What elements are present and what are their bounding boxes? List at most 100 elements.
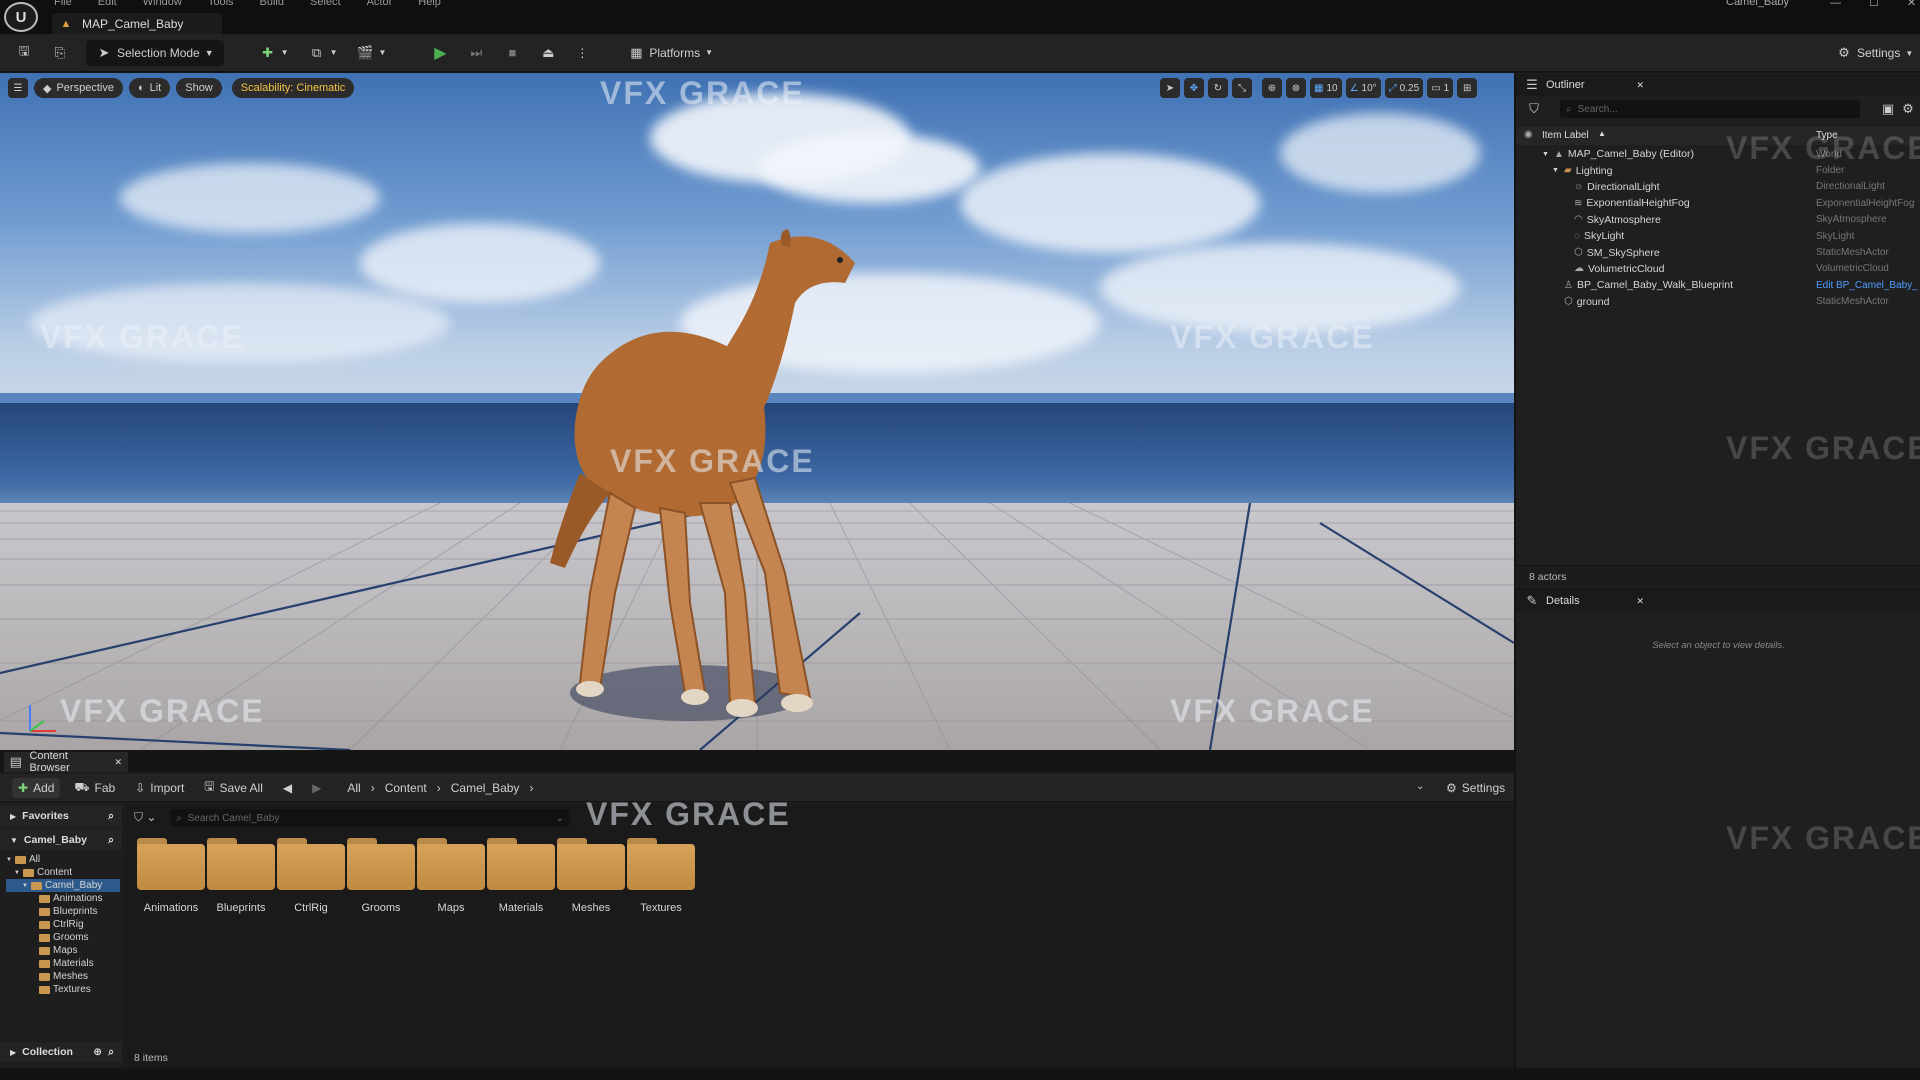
forward-icon[interactable]: ▶ [306, 775, 327, 801]
play-button[interactable]: ▶ [426, 40, 454, 66]
breadcrumb-content[interactable]: Content [385, 781, 427, 795]
save-all-button[interactable]: 🖫 Save All [198, 775, 269, 801]
tree-item[interactable]: ▼ Content [6, 866, 120, 879]
save-icon[interactable]: 🖫 [10, 40, 38, 66]
angle-snap-button[interactable]: ∠ 10° [1345, 78, 1381, 98]
maximize-icon[interactable]: ☐ [1869, 0, 1879, 9]
history-dropdown-icon[interactable]: ⌄ [1416, 781, 1424, 792]
menu-help[interactable]: Help [418, 0, 441, 8]
tree-item[interactable]: Textures [6, 983, 120, 996]
outliner-row[interactable]: ♙ BP_Camel_Baby_Walk_Blueprint Edit BP_Cam… [1516, 277, 1920, 293]
move-tool-icon[interactable]: ✥ [1184, 78, 1204, 98]
selection-mode-button[interactable]: ➤ Selection Mode ▼ [86, 39, 224, 66]
scale-tool-icon[interactable]: ⤡ [1232, 78, 1252, 98]
rotate-tool-icon[interactable]: ↻ [1208, 78, 1228, 98]
folder-tile[interactable]: Animations [136, 838, 206, 914]
back-icon[interactable]: ◀ [277, 775, 298, 801]
show-button[interactable]: Show [176, 78, 222, 98]
outliner-row[interactable]: ☁ VolumetricCloud VolumetricCloud [1516, 261, 1920, 277]
scalability-badge[interactable]: Scalability: Cinematic [231, 78, 355, 98]
import-button[interactable]: ⇩ Import [129, 775, 190, 801]
favorites-header[interactable]: ▶ Favorites ⌕ [0, 806, 122, 826]
settings-button[interactable]: ⚙ Settings ▼ [1830, 40, 1919, 66]
visibility-icon[interactable]: ◉ [1524, 129, 1533, 140]
col-item-label[interactable]: Item Label [1542, 130, 1589, 141]
project-header[interactable]: ▼ Camel_Baby ⌕ [0, 830, 122, 850]
outliner-row[interactable]: ⬡ SM_SkySphere StaticMeshActor [1516, 244, 1920, 260]
minimize-icon[interactable]: — [1830, 0, 1841, 9]
close-icon[interactable]: ✕ [1636, 596, 1644, 607]
outliner-search-input[interactable]: Search... [1578, 104, 1618, 115]
menu-actor[interactable]: Actor [367, 0, 393, 8]
stop-button[interactable]: ■ [498, 40, 526, 66]
breadcrumb-camel-baby[interactable]: Camel_Baby [451, 781, 520, 795]
close-icon[interactable]: ✕ [1907, 0, 1916, 9]
folder-tile[interactable]: Blueprints [206, 838, 276, 914]
unreal-logo-icon[interactable]: U [4, 2, 38, 32]
add-folder-icon[interactable]: ▣ [1880, 101, 1896, 117]
world-space-icon[interactable]: ⊕ [1262, 78, 1282, 98]
outliner-row[interactable]: ◠ SkyAtmosphere SkyAtmosphere [1516, 212, 1920, 228]
folder-tile[interactable]: Meshes [556, 838, 626, 914]
outliner-row[interactable]: ☼ DirectionalLight DirectionalLight [1516, 179, 1920, 195]
search-icon[interactable]: ⌕ [108, 810, 114, 823]
search-icon[interactable]: ⌕ [108, 834, 114, 847]
outliner-row[interactable]: ⬡ ground StaticMeshActor [1516, 294, 1920, 310]
viewport-menu-icon[interactable]: ☰ [8, 78, 28, 98]
lit-button[interactable]: ◐ Lit [128, 78, 171, 98]
level-tab[interactable]: ▲ MAP_Camel_Baby [52, 13, 222, 34]
details-tab[interactable]: ✎ Details ✕ [1524, 591, 1644, 611]
folder-tile[interactable]: Maps [416, 838, 486, 914]
source-control-icon[interactable]: ⎘ [46, 40, 74, 66]
tree-item[interactable]: ▼ All [6, 853, 120, 866]
outliner-row-type[interactable]: Edit BP_Camel_Baby_ [1816, 280, 1918, 291]
tree-item[interactable]: Grooms [6, 931, 120, 944]
cinematics-button[interactable]: 🎬 ▼ [351, 40, 392, 66]
chevron-down-icon[interactable]: ▼ [1542, 151, 1550, 158]
outliner-search[interactable]: ⌕ Search... [1560, 100, 1860, 118]
filter-icon[interactable]: ⛉ [1526, 101, 1542, 117]
collection-header[interactable]: ▶ Collection ⊕ ⌕ [0, 1042, 122, 1062]
folder-tile[interactable]: Materials [486, 838, 556, 914]
outliner-row[interactable]: ≋ ExponentialHeightFog ExponentialHeightFo… [1516, 195, 1920, 211]
folder-tile[interactable]: Textures [626, 838, 696, 914]
tree-item[interactable]: ▼ Camel_Baby [6, 879, 120, 892]
menu-window[interactable]: Window [143, 0, 182, 8]
menu-tools[interactable]: Tools [208, 0, 234, 8]
platforms-button[interactable]: ▦ Platforms ▼ [622, 40, 719, 66]
camel-actor[interactable] [520, 223, 940, 750]
blueprint-button[interactable]: ⧉ ▼ [303, 40, 344, 66]
tree-item[interactable]: CtrlRig [6, 918, 120, 931]
add-collection-icon[interactable]: ⊕ [93, 1046, 102, 1058]
camera-speed-button[interactable]: ▭ 1 [1427, 78, 1454, 98]
breadcrumb-all[interactable]: All [347, 781, 360, 795]
menu-build[interactable]: Build [260, 0, 284, 8]
level-viewport[interactable]: VFX GRACE VFX GRACE VFX GRACE VFX GRACE … [0, 73, 1514, 750]
close-icon[interactable]: ✕ [1636, 80, 1644, 91]
layout-icon[interactable]: ⊞ [1457, 78, 1478, 98]
search-icon[interactable]: ⌕ [108, 1046, 114, 1059]
outliner-row[interactable]: ◌ SkyLight SkyLight [1516, 228, 1920, 244]
step-button[interactable]: ⏭ [462, 40, 490, 66]
tree-item[interactable]: Meshes [6, 970, 120, 983]
add-button[interactable]: ✚ Add [12, 777, 61, 798]
surface-snap-icon[interactable]: ⊗ [1286, 78, 1306, 98]
tree-item[interactable]: Blueprints [6, 905, 120, 918]
tree-item[interactable]: Materials [6, 957, 120, 970]
tree-item[interactable]: Animations [6, 892, 120, 905]
folder-tile[interactable]: Grooms [346, 838, 416, 914]
outliner-tab[interactable]: ☰ Outliner ✕ [1524, 75, 1644, 95]
close-icon[interactable]: ✕ [114, 757, 122, 768]
menu-file[interactable]: File [54, 0, 72, 8]
scale-snap-button[interactable]: ⤢ 0.25 [1384, 78, 1424, 98]
eject-button[interactable]: ⏏ [534, 40, 562, 66]
chevron-down-icon[interactable]: ▼ [1552, 167, 1560, 174]
add-actor-button[interactable]: ✚ ▼ [254, 40, 295, 66]
grid-snap-button[interactable]: ▦ 10 [1310, 78, 1342, 98]
more-options-icon[interactable]: ⋮ [570, 40, 594, 66]
content-browser-tab[interactable]: ▤ Content Browser ✕ [4, 750, 128, 774]
fab-button[interactable]: ⛟ Fab [68, 775, 121, 801]
folder-tile[interactable]: CtrlRig [276, 838, 346, 914]
menu-edit[interactable]: Edit [98, 0, 117, 8]
select-tool-icon[interactable]: ➤ [1160, 78, 1180, 98]
